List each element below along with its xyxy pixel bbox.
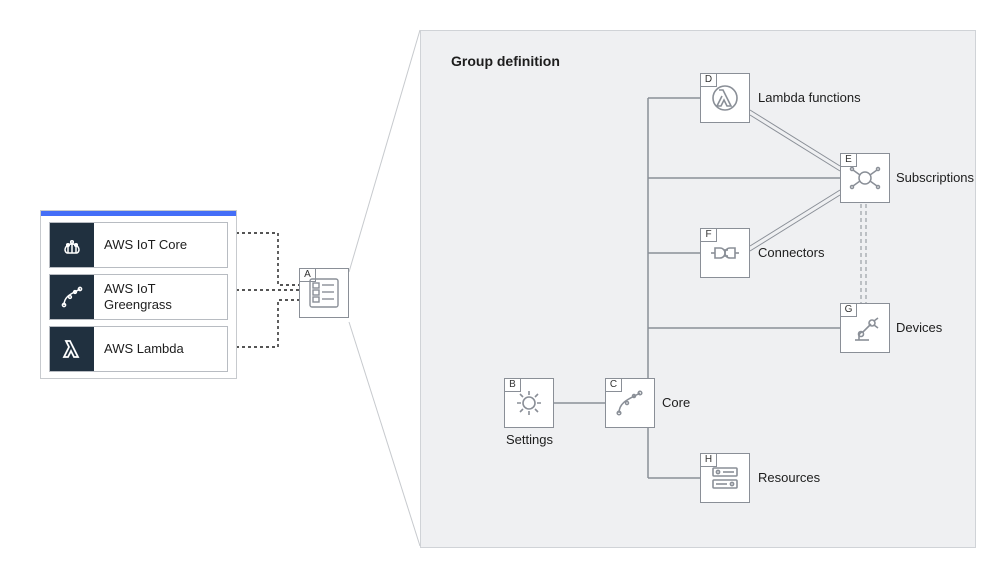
node-H-resources: H [700, 453, 750, 503]
node-B-label: Settings [506, 432, 553, 447]
greengrass-icon [50, 275, 94, 319]
node-C-core: C [605, 378, 655, 428]
lambda-icon [707, 80, 743, 116]
node-F-connectors: F [700, 228, 750, 278]
node-G-devices: G [840, 303, 890, 353]
node-G-label: Devices [896, 320, 942, 335]
service-greengrass-label: AWS IoT Greengrass [94, 279, 227, 314]
node-D-lambda-functions: D [700, 73, 750, 123]
aws-services-panel: AWS IoT Core AWS IoT Greengrass AWS Lamb… [40, 210, 237, 379]
subscriptions-icon [847, 160, 883, 196]
gear-icon [511, 385, 547, 421]
iot-core-icon [50, 223, 94, 267]
node-D-label: Lambda functions [758, 90, 861, 105]
lambda-icon [50, 327, 94, 371]
group-icon [306, 275, 342, 311]
service-iot-core: AWS IoT Core [49, 222, 228, 268]
node-H-label: Resources [758, 470, 820, 485]
node-C-label: Core [662, 395, 690, 410]
service-lambda-label: AWS Lambda [94, 339, 194, 359]
connectors-icon [707, 235, 743, 271]
node-A: A [299, 268, 349, 318]
service-lambda: AWS Lambda [49, 326, 228, 372]
node-E-label: Subscriptions [896, 170, 974, 185]
service-greengrass: AWS IoT Greengrass [49, 274, 228, 320]
robot-arm-icon [847, 310, 883, 346]
node-F-label: Connectors [758, 245, 824, 260]
node-E-subscriptions: E [840, 153, 890, 203]
resources-icon [707, 460, 743, 496]
group-definition-panel: Group definition [420, 30, 976, 548]
core-icon [612, 385, 648, 421]
group-definition-title: Group definition [451, 53, 560, 69]
node-B-settings: B [504, 378, 554, 428]
panel-accent-bar [41, 211, 236, 216]
service-iot-core-label: AWS IoT Core [94, 235, 197, 255]
